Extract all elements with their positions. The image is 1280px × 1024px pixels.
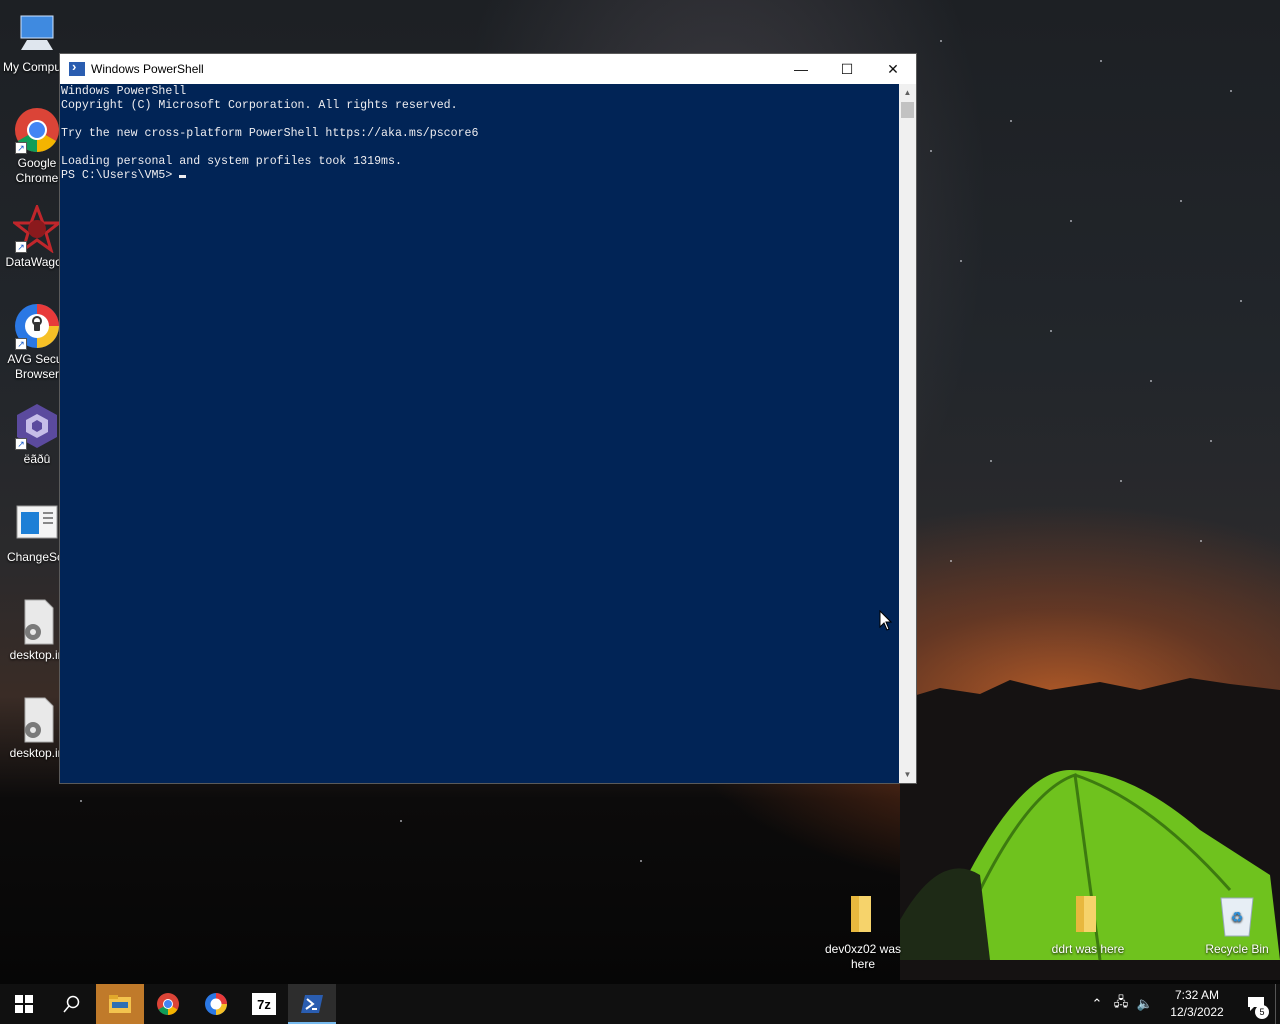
desktop-icon-label: dev0xz02 was here xyxy=(824,942,902,971)
shortcut-arrow-icon: ↗ xyxy=(15,241,27,253)
text-cursor xyxy=(179,175,187,178)
desktop-icon-folder-dev0xz02[interactable]: dev0xz02 was here xyxy=(823,892,903,972)
show-desktop-button[interactable] xyxy=(1275,984,1280,1024)
folder-icon xyxy=(1064,892,1112,940)
shortcut-arrow-icon: ↗ xyxy=(15,438,27,450)
chevron-up-icon[interactable]: ⌃ xyxy=(1085,996,1109,1012)
minimize-button[interactable]: — xyxy=(778,54,824,84)
svg-text:♻: ♻ xyxy=(1231,909,1244,925)
taskbar-avg-browser[interactable] xyxy=(192,984,240,1024)
desktop-icon-label: ddrt was here xyxy=(1051,942,1125,956)
search-button[interactable] xyxy=(48,984,96,1024)
taskbar-powershell[interactable] xyxy=(288,984,336,1024)
clock-time: 7:32 AM xyxy=(1174,988,1220,1002)
file-explorer-icon xyxy=(109,995,131,1013)
maximize-button[interactable]: ☐ xyxy=(824,54,870,84)
settings-file-icon xyxy=(13,696,61,744)
avg-browser-icon xyxy=(205,993,227,1015)
settings-file-icon xyxy=(13,598,61,646)
taskbar-chrome[interactable] xyxy=(144,984,192,1024)
powershell-icon xyxy=(301,995,323,1013)
action-center-button[interactable]: 5 xyxy=(1237,997,1275,1019)
console-output[interactable]: Windows PowerShell Copyright (C) Microsof… xyxy=(60,84,900,783)
console-line: Try the new cross-platform PowerShell ht… xyxy=(61,127,479,140)
7zip-icon: 7z xyxy=(252,993,276,1015)
recycle-bin-icon: ♻ xyxy=(1213,892,1261,940)
network-icon[interactable]: 🖧 xyxy=(1109,993,1133,1015)
chrome-icon: ↗ xyxy=(13,106,61,154)
powershell-icon xyxy=(69,59,85,76)
console-prompt-line[interactable]: PS C:\Users\VM5> xyxy=(61,169,900,183)
windows-logo-icon xyxy=(15,995,33,1013)
desktop-icon-recycle-bin[interactable]: ♻ Recycle Bin xyxy=(1200,892,1274,957)
chrome-icon xyxy=(157,993,179,1015)
desktop-icon-folder-ddrt[interactable]: ddrt was here xyxy=(1048,892,1128,957)
taskbar-clock[interactable]: 7:32 AM 12/3/2022 xyxy=(1163,987,1231,1021)
console-line: Copyright (C) Microsoft Corporation. All… xyxy=(61,99,458,112)
gamecube-icon: ↗ xyxy=(13,402,61,450)
computer-icon xyxy=(13,10,61,58)
volume-icon[interactable]: 🔈 xyxy=(1133,996,1157,1012)
powershell-window[interactable]: Windows PowerShell — ☐ ✕ Windows PowerSh… xyxy=(59,53,917,784)
mouse-pointer-icon xyxy=(879,610,893,631)
close-button[interactable]: ✕ xyxy=(870,54,916,84)
search-icon xyxy=(63,995,80,1013)
console-line: Loading personal and system profiles too… xyxy=(61,155,402,168)
clock-date: 12/3/2022 xyxy=(1170,1005,1224,1019)
window-icon xyxy=(13,500,61,548)
window-titlebar[interactable]: Windows PowerShell — ☐ ✕ xyxy=(60,54,916,84)
scroll-down-icon[interactable]: ▼ xyxy=(899,766,916,783)
notification-count: 5 xyxy=(1255,1005,1269,1019)
taskbar-file-explorer[interactable] xyxy=(96,984,144,1024)
start-button[interactable] xyxy=(0,984,48,1024)
datawagon-icon: ↗ xyxy=(10,202,64,254)
system-tray: ⌃ 🖧 🔈 7:32 AM 12/3/2022 5 xyxy=(1085,984,1280,1024)
scroll-up-icon[interactable]: ▲ xyxy=(899,84,916,101)
console-prompt: PS C:\Users\VM5> xyxy=(61,169,180,182)
shortcut-arrow-icon: ↗ xyxy=(15,338,27,350)
shortcut-arrow-icon: ↗ xyxy=(15,142,27,154)
svg-text:7z: 7z xyxy=(257,997,271,1012)
folder-icon xyxy=(839,892,887,940)
scrollbar-thumb[interactable] xyxy=(901,102,914,118)
vertical-scrollbar[interactable]: ▲ ▼ xyxy=(899,84,916,783)
desktop-icon-label: Recycle Bin xyxy=(1205,942,1269,956)
taskbar-7zip[interactable]: 7z xyxy=(240,984,288,1024)
console-line: Windows PowerShell xyxy=(61,85,187,98)
window-title: Windows PowerShell xyxy=(91,62,204,76)
avg-browser-icon: ↗ xyxy=(13,302,61,350)
taskbar: 7z ⌃ 🖧 🔈 7:32 AM 12/3/2022 5 xyxy=(0,984,1280,1024)
